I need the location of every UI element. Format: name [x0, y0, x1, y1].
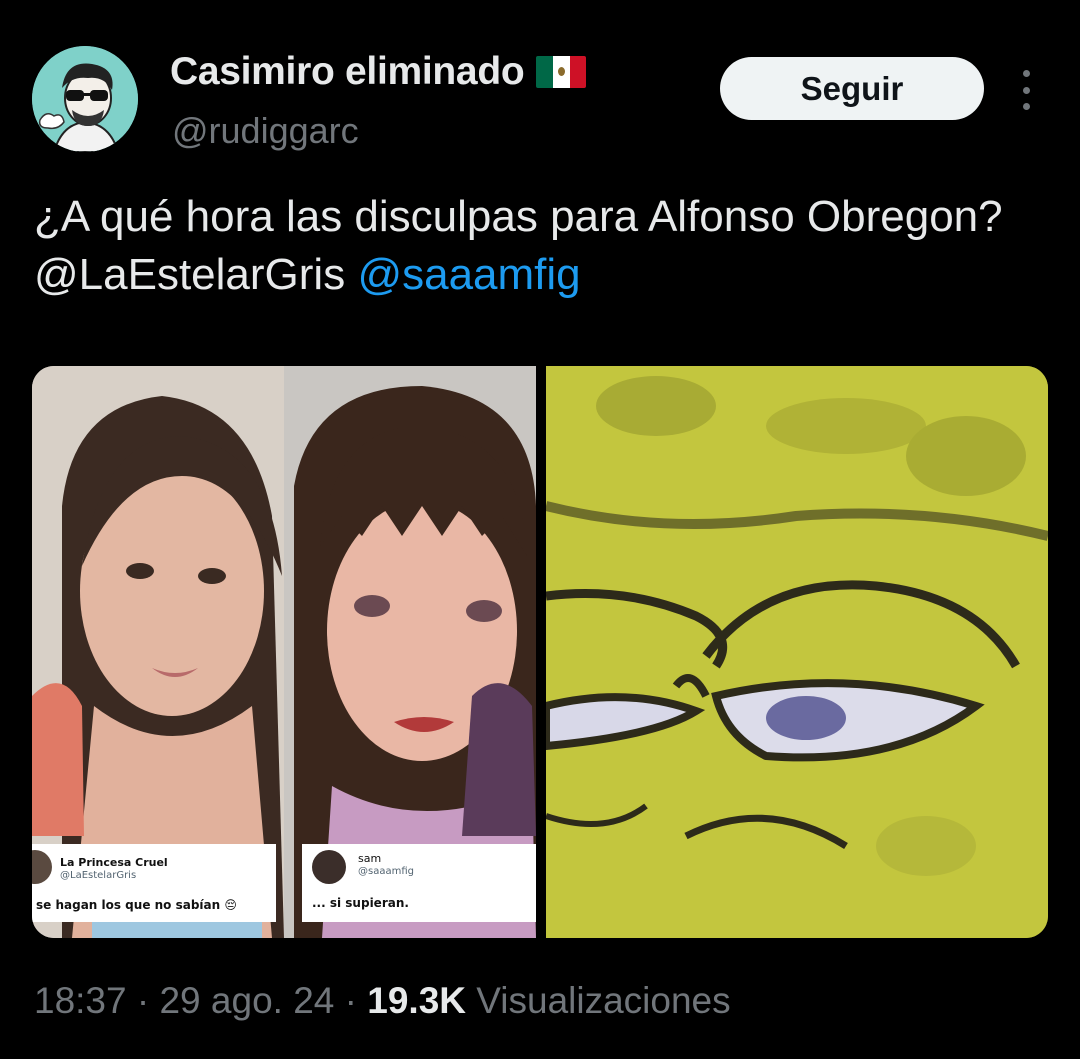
mention-separator: [345, 250, 357, 299]
dot: [1022, 70, 1030, 77]
card-text: ... si supieran.: [312, 896, 409, 910]
dot: [1022, 103, 1030, 110]
author-display-name[interactable]: Casimiro eliminado: [170, 50, 525, 94]
tweet-time[interactable]: 18:37: [34, 980, 127, 1021]
spongebob-face-illustration: [546, 366, 1048, 938]
card-handle: @saaamfig: [358, 866, 414, 877]
mention-laestelargris[interactable]: @LaEstelarGris: [34, 250, 345, 299]
dot: [1022, 86, 1030, 94]
mention-saaamfig[interactable]: @saaamfig: [357, 250, 580, 299]
spongebob-meme-image[interactable]: [546, 366, 1048, 938]
tweet-date[interactable]: 29 ago. 24: [159, 980, 334, 1021]
tweet-footer: 18:37 · 29 ago. 24 · 19.3K Visualizacion…: [34, 980, 731, 1022]
tweet-media[interactable]: La Princesa Cruel @LaEstelarGris se haga…: [32, 366, 1048, 938]
tweet-text: ¿A qué hora las disculpas para Alfonso O…: [34, 188, 1044, 304]
author-name-row[interactable]: Casimiro eliminado: [170, 50, 587, 94]
card-avatar: [312, 850, 346, 884]
more-options-icon[interactable]: [1012, 70, 1040, 110]
tweet-body: ¿A qué hora las disculpas para Alfonso O…: [34, 192, 1003, 241]
embedded-tweet-card: La Princesa Cruel @LaEstelarGris se haga…: [32, 844, 276, 922]
separator-dot: ·: [334, 980, 368, 1021]
views-label: Visualizaciones: [466, 980, 731, 1021]
card-name: La Princesa Cruel: [60, 856, 168, 869]
views-count: 19.3K: [367, 980, 466, 1021]
author-avatar[interactable]: [32, 46, 138, 152]
follow-button[interactable]: Seguir: [720, 57, 984, 120]
card-avatar: [32, 850, 52, 884]
separator-dot: ·: [126, 980, 160, 1021]
card-handle: @LaEstelarGris: [60, 870, 137, 881]
tweet-header: Casimiro eliminado @rudiggarc Seguir: [0, 0, 1080, 170]
author-handle[interactable]: @rudiggarc: [172, 110, 359, 152]
card-name: sam: [358, 852, 382, 865]
card-text: se hagan los que no sabían 😔: [36, 898, 237, 912]
mexico-flag-icon: [536, 56, 587, 88]
embedded-tweet-card: sam @saaamfig ... si supieran.: [302, 844, 536, 922]
cartoon-avatar-icon: [32, 46, 138, 152]
media-image-left[interactable]: La Princesa Cruel @LaEstelarGris se haga…: [32, 366, 536, 938]
